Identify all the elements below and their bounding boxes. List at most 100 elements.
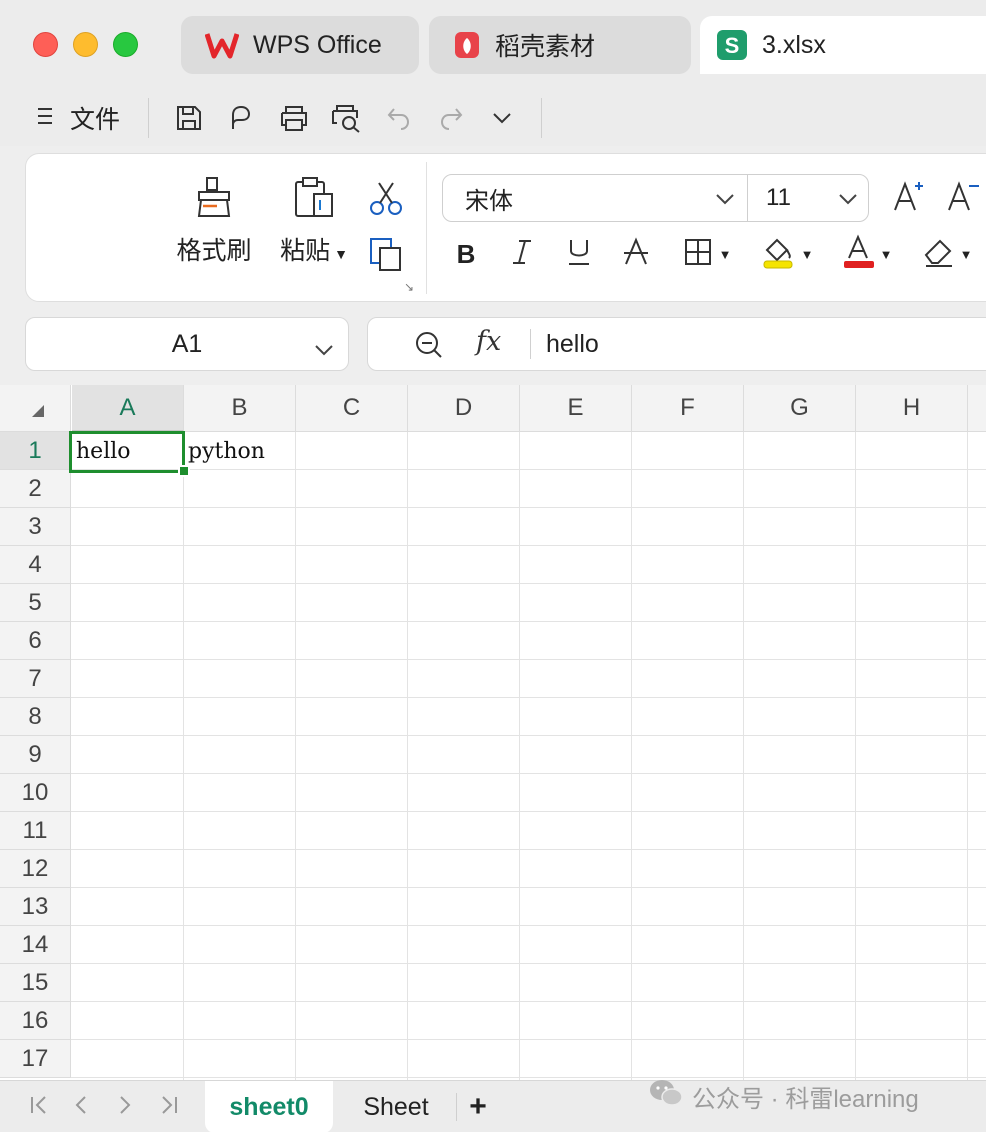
zoom-out-icon[interactable] xyxy=(414,330,444,365)
column-header-a[interactable]: A xyxy=(72,385,184,432)
eraser-icon xyxy=(922,235,956,274)
fill-handle[interactable] xyxy=(178,465,190,477)
format-painter-button[interactable]: 格式刷 xyxy=(174,176,254,267)
increase-font-size-button[interactable] xyxy=(890,176,930,220)
row-header-15[interactable]: 15 xyxy=(0,964,71,1002)
spreadsheet-grid[interactable]: A B C D E F G H 1 2 3 4 5 6 7 8 9 10 11 … xyxy=(0,385,986,1080)
copy-button[interactable] xyxy=(366,236,406,277)
dialog-launcher-icon[interactable]: ↘ xyxy=(404,280,414,294)
select-all-button[interactable] xyxy=(0,385,71,432)
last-icon xyxy=(158,1094,180,1121)
font-color-button[interactable]: ▼ xyxy=(836,232,898,276)
sheet-tab-sheet0[interactable]: sheet0 xyxy=(205,1081,333,1132)
paste-label: 粘贴 xyxy=(280,237,331,265)
row-header-10[interactable]: 10 xyxy=(0,774,71,812)
hamburger-icon xyxy=(36,105,56,132)
spreadsheet-logo-icon: S xyxy=(716,29,748,61)
file-menu-label: 文件 xyxy=(70,106,121,134)
row-header-5[interactable]: 5 xyxy=(0,584,71,622)
tab-label: 稻壳素材 xyxy=(495,33,596,61)
increase-font-icon xyxy=(892,178,928,219)
font-name-select[interactable]: 宋体 xyxy=(442,174,748,222)
tab-wps-office[interactable]: WPS Office xyxy=(181,16,419,74)
watermark-text: 公众号 · 科雷learning xyxy=(692,1086,919,1113)
save-icon[interactable] xyxy=(172,98,206,138)
chevron-down-icon: ▼ xyxy=(718,246,732,262)
print-icon[interactable] xyxy=(277,98,311,138)
tab-docer[interactable]: 稻壳素材 xyxy=(429,16,691,74)
ribbon: 格式刷 粘贴 ▼ ↘ 宋体 11 B ▼ ▼ ▼ ▼ xyxy=(25,153,986,302)
chevron-down-icon xyxy=(715,184,735,212)
chevron-down-icon xyxy=(838,184,858,212)
formula-input[interactable]: hello xyxy=(546,330,599,359)
font-color-icon xyxy=(842,233,876,275)
row-header-1[interactable]: 1 xyxy=(0,432,71,470)
row-header-3[interactable]: 3 xyxy=(0,508,71,546)
docer-logo-icon xyxy=(453,30,481,60)
clipboard-icon xyxy=(292,176,336,225)
undo-icon[interactable] xyxy=(382,98,416,138)
selected-cell-outline xyxy=(69,431,185,473)
paste-button[interactable]: 粘贴 ▼ xyxy=(272,176,356,267)
row-header-9[interactable]: 9 xyxy=(0,736,71,774)
chevron-down-icon: ▼ xyxy=(959,246,973,262)
chevron-down-icon xyxy=(314,334,334,363)
row-header-6[interactable]: 6 xyxy=(0,622,71,660)
borders-icon xyxy=(683,237,713,272)
row-header-14[interactable]: 14 xyxy=(0,926,71,964)
clear-format-button[interactable]: ▼ xyxy=(916,232,978,276)
column-header-d[interactable]: D xyxy=(408,385,520,432)
first-sheet-button[interactable] xyxy=(24,1089,54,1125)
bold-button[interactable]: B xyxy=(446,232,486,276)
underline-icon xyxy=(566,237,592,272)
borders-button[interactable]: ▼ xyxy=(674,232,740,276)
close-window-button[interactable] xyxy=(33,32,58,57)
row-header-17[interactable]: 17 xyxy=(0,1040,71,1078)
fill-color-button[interactable]: ▼ xyxy=(756,232,818,276)
column-header-f[interactable]: F xyxy=(632,385,744,432)
row-header-11[interactable]: 11 xyxy=(0,812,71,850)
name-box[interactable]: A1 xyxy=(25,317,349,371)
svg-text:S: S xyxy=(725,33,740,58)
print-preview-icon[interactable] xyxy=(329,98,363,138)
zoom-window-button[interactable] xyxy=(113,32,138,57)
column-header-c[interactable]: C xyxy=(296,385,408,432)
row-header-16[interactable]: 16 xyxy=(0,1002,71,1040)
column-header-h[interactable]: H xyxy=(856,385,968,432)
next-sheet-button[interactable] xyxy=(110,1089,140,1125)
tab-label: 3.xlsx xyxy=(762,30,826,59)
watermark: 公众号 · 科雷learning xyxy=(648,1078,919,1115)
underline-button[interactable] xyxy=(559,232,599,276)
file-menu-button[interactable]: 文件 xyxy=(36,98,132,138)
fx-icon[interactable]: fx xyxy=(476,326,501,357)
column-header-g[interactable]: G xyxy=(744,385,856,432)
row-header-8[interactable]: 8 xyxy=(0,698,71,736)
column-header-b[interactable]: B xyxy=(184,385,296,432)
tab-3-xlsx[interactable]: S 3.xlsx xyxy=(700,16,986,74)
more-chevron-icon[interactable] xyxy=(487,98,517,138)
column-header-e[interactable]: E xyxy=(520,385,632,432)
column-header-i[interactable] xyxy=(968,385,986,432)
last-sheet-button[interactable] xyxy=(154,1089,184,1125)
row-header-13[interactable]: 13 xyxy=(0,888,71,926)
decrease-font-size-button[interactable] xyxy=(944,176,984,220)
strikethrough-button[interactable] xyxy=(616,232,656,276)
cell-b1[interactable]: python xyxy=(183,432,295,470)
row-header-2[interactable]: 2 xyxy=(0,470,71,508)
row-header-4[interactable]: 4 xyxy=(0,546,71,584)
italic-button[interactable] xyxy=(502,232,542,276)
font-size-select[interactable]: 11 xyxy=(747,174,869,222)
add-sheet-button[interactable]: + xyxy=(462,1081,494,1132)
font-name-value: 宋体 xyxy=(465,187,513,215)
cut-button[interactable] xyxy=(366,180,406,221)
wechat-icon xyxy=(648,1078,684,1115)
export-pdf-icon[interactable] xyxy=(225,98,259,138)
chevron-right-icon xyxy=(114,1094,136,1121)
row-header-7[interactable]: 7 xyxy=(0,660,71,698)
redo-icon[interactable] xyxy=(434,98,468,138)
sheet-tab-sheet[interactable]: Sheet xyxy=(340,1081,452,1132)
decrease-font-icon xyxy=(946,178,982,219)
prev-sheet-button[interactable] xyxy=(66,1089,96,1125)
row-header-12[interactable]: 12 xyxy=(0,850,71,888)
minimize-window-button[interactable] xyxy=(73,32,98,57)
